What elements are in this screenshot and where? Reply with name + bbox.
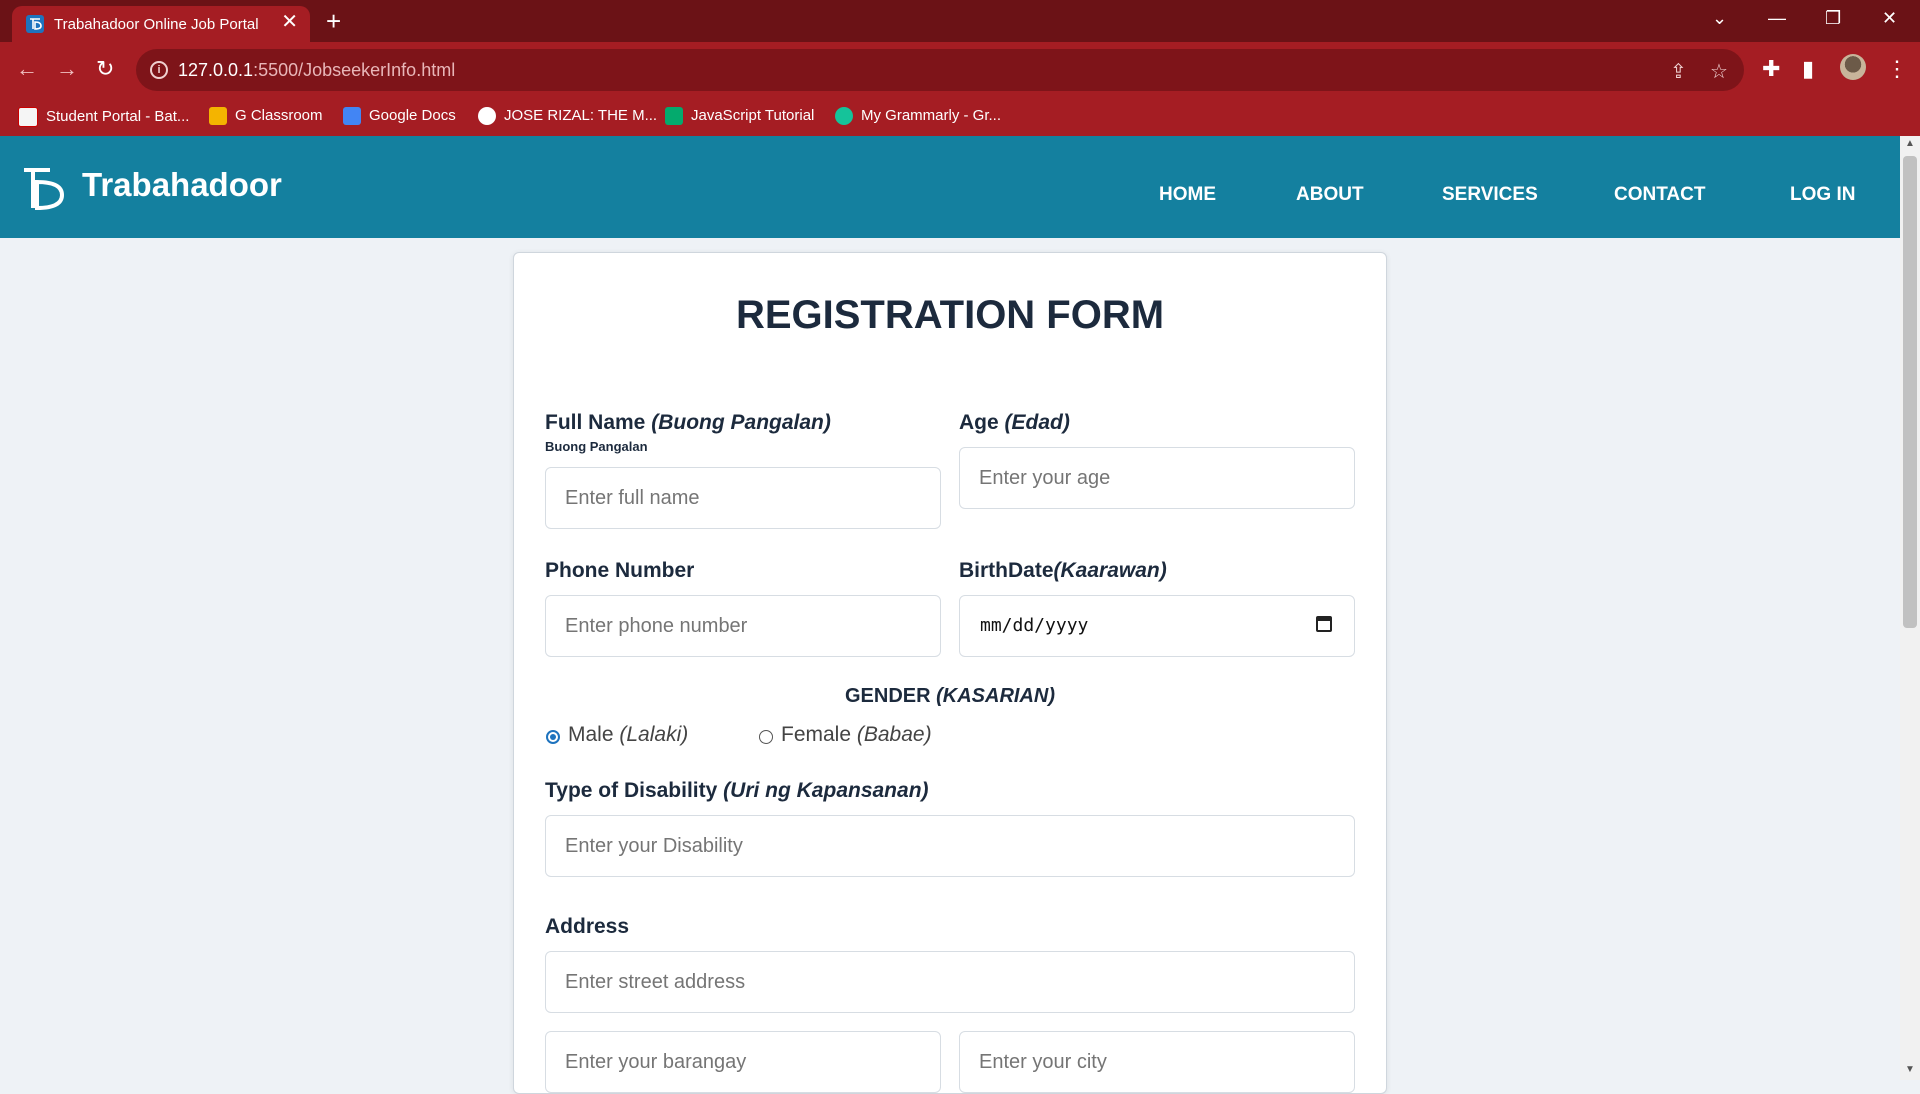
- full-name-input[interactable]: [545, 467, 941, 529]
- browser-tab-strip: Trabahadoor Online Job Portal ✕ + ⌄ — ❐ …: [0, 0, 1920, 42]
- reload-icon[interactable]: ↻: [96, 56, 114, 82]
- bookmark-label: Student Portal - Bat...: [46, 107, 190, 125]
- female-alt-text: (Babae): [856, 723, 932, 746]
- forward-icon[interactable]: →: [56, 56, 78, 82]
- bookmark-label: JOSE RIZAL: THE M...: [504, 107, 658, 124]
- male-text: Male: [568, 723, 614, 746]
- trabahadoor-logo-icon[interactable]: [22, 166, 66, 212]
- gender-female-radio[interactable]: [759, 730, 773, 744]
- gender-male-radio[interactable]: [546, 730, 560, 744]
- minimize-icon[interactable]: —: [1768, 8, 1786, 29]
- gender-label: GENDER (KASARIAN): [514, 685, 1386, 708]
- url-path: :5500/JobseekerInfo.html: [253, 60, 456, 80]
- birthdate-value: mm/dd/yyyy: [980, 615, 1089, 636]
- disability-label: Type of Disability (Uri ng Kapansanan): [545, 779, 929, 803]
- registration-card: REGISTRATION FORM Full Name (Buong Panga…: [513, 252, 1387, 1094]
- gender-label-alt: (KASARIAN): [936, 685, 1056, 707]
- bookmarks-bar: Student Portal - Bat... G Classroom Goog…: [0, 98, 1920, 136]
- age-label-text: Age: [959, 411, 999, 434]
- docs-icon: [343, 107, 361, 126]
- address-label: Address: [545, 915, 630, 938]
- bookmark-grammarly[interactable]: My Grammarly - Gr...: [835, 107, 1001, 126]
- female-text: Female: [781, 723, 852, 746]
- birthdate-input[interactable]: mm/dd/yyyy: [959, 595, 1355, 657]
- birthdate-label: BirthDate(Kaarawan): [959, 559, 1167, 583]
- site-info-icon[interactable]: i: [150, 61, 168, 79]
- nav-services[interactable]: SERVICES: [1442, 184, 1538, 206]
- gender-label-text: GENDER: [844, 685, 931, 707]
- street-address-input[interactable]: [545, 951, 1355, 1013]
- age-label: Age (Edad): [959, 411, 1070, 435]
- phone-input[interactable]: [545, 595, 941, 657]
- nav-home[interactable]: HOME: [1159, 184, 1216, 206]
- full-name-label-alt: (Buong Pangalan): [651, 411, 831, 434]
- url-host: 127.0.0.1: [178, 60, 254, 80]
- birthdate-label-alt: (Kaarawan): [1053, 559, 1167, 582]
- bookmark-javascript-tutorial[interactable]: JavaScript Tutorial: [665, 107, 815, 126]
- back-icon[interactable]: ←: [16, 56, 38, 82]
- bookmark-label: JavaScript Tutorial: [691, 107, 815, 124]
- menu-icon[interactable]: ⋮: [1886, 56, 1908, 82]
- calendar-icon[interactable]: [1316, 616, 1332, 632]
- age-label-alt: (Edad): [1004, 411, 1070, 434]
- bookmark-label: G Classroom: [235, 107, 323, 124]
- barangay-input[interactable]: [545, 1031, 941, 1093]
- share-icon[interactable]: ⇪: [1670, 59, 1687, 84]
- site-header: Trabahadoor HOME ABOUT SERVICES CONTACT …: [0, 136, 1900, 238]
- globe-icon: [478, 107, 496, 126]
- nav-about[interactable]: ABOUT: [1296, 184, 1364, 206]
- tab-title: Trabahadoor Online Job Portal: [54, 16, 259, 33]
- scroll-down-icon[interactable]: ▼: [1905, 1064, 1915, 1075]
- disability-label-alt: (Uri ng Kapansanan): [723, 779, 929, 802]
- bookmark-label: My Grammarly - Gr...: [861, 107, 1001, 124]
- bookmark-label: Google Docs: [369, 107, 456, 124]
- form-title: REGISTRATION FORM: [735, 293, 1165, 337]
- extensions-icon[interactable]: ✚: [1762, 56, 1780, 82]
- site-brand[interactable]: Trabahadoor: [82, 166, 282, 204]
- disability-input[interactable]: [545, 815, 1355, 877]
- full-name-label-text: Full Name: [545, 411, 646, 434]
- birthdate-label-text: BirthDate: [959, 559, 1054, 582]
- scroll-up-icon[interactable]: ▲: [1905, 138, 1915, 149]
- side-panel-icon[interactable]: ▮: [1802, 56, 1814, 82]
- site-favicon-icon: [26, 15, 44, 33]
- restore-icon[interactable]: ❐: [1825, 8, 1841, 29]
- gender-male-label[interactable]: Male (Lalaki): [568, 723, 688, 747]
- w3schools-icon: [665, 107, 683, 126]
- tab-search-icon[interactable]: ⌄: [1712, 8, 1727, 29]
- city-input[interactable]: [959, 1031, 1355, 1093]
- student-portal-icon: [18, 107, 38, 127]
- nav-contact[interactable]: CONTACT: [1614, 184, 1705, 206]
- bookmark-g-classroom[interactable]: G Classroom: [209, 107, 323, 126]
- profile-avatar[interactable]: [1840, 54, 1866, 80]
- gender-female-label[interactable]: Female (Babae): [781, 723, 932, 747]
- classroom-icon: [209, 107, 227, 126]
- bookmark-google-docs[interactable]: Google Docs: [343, 107, 456, 126]
- tab-close-icon[interactable]: ✕: [281, 12, 298, 32]
- disability-label-text: Type of Disability: [545, 779, 718, 802]
- male-alt-text: (Lalaki): [619, 723, 689, 746]
- full-name-sublabel: Buong Pangalan: [545, 439, 648, 454]
- full-name-label: Full Name (Buong Pangalan): [545, 411, 831, 435]
- new-tab-button[interactable]: +: [326, 6, 341, 37]
- browser-tab[interactable]: Trabahadoor Online Job Portal ✕: [12, 6, 310, 42]
- nav-login[interactable]: LOG IN: [1790, 184, 1855, 206]
- phone-label: Phone Number: [545, 559, 695, 582]
- scrollbar-thumb[interactable]: [1903, 156, 1917, 628]
- address-bar[interactable]: i 127.0.0.1:5500/JobseekerInfo.html ⇪ ☆: [136, 49, 1744, 91]
- close-window-icon[interactable]: ✕: [1882, 8, 1897, 29]
- age-input[interactable]: [959, 447, 1355, 509]
- url-text: 127.0.0.1:5500/JobseekerInfo.html: [178, 60, 455, 81]
- bookmark-student-portal[interactable]: Student Portal - Bat...: [18, 107, 189, 127]
- bookmark-jose-rizal[interactable]: JOSE RIZAL: THE M...: [478, 107, 658, 126]
- bookmark-star-icon[interactable]: ☆: [1710, 59, 1728, 84]
- grammarly-icon: [835, 107, 853, 126]
- browser-toolbar: ← → ↻ i 127.0.0.1:5500/JobseekerInfo.htm…: [0, 42, 1920, 98]
